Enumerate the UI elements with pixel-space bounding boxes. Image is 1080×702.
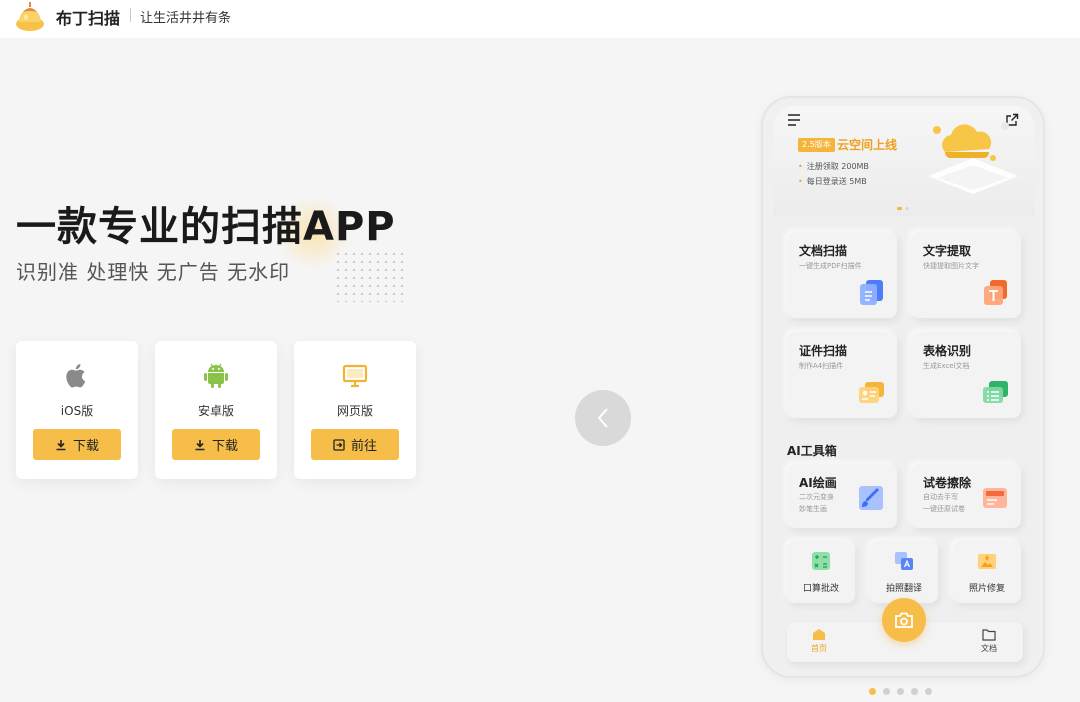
page-dot[interactable] — [897, 688, 904, 695]
feature-title: 表格识别 — [923, 344, 972, 358]
ios-download-button[interactable]: 下载 — [33, 429, 121, 460]
tool-desc: 一键还原试卷 — [923, 505, 965, 513]
photo-restore-tool[interactable]: 照片修复 — [953, 541, 1021, 603]
tab-home[interactable]: 首页 — [799, 628, 839, 654]
banner-pagination — [897, 207, 909, 210]
carousel-prev-button[interactable] — [575, 390, 631, 446]
tool-title: AI绘画 — [799, 476, 837, 490]
platform-label: 安卓版 — [197, 404, 234, 418]
promo-banner[interactable]: 2.5版本 云空间上线 注册领取 200MB 每日登录送 5MB — [773, 106, 1035, 216]
web-version-card: 网页版 前往 — [294, 341, 416, 479]
page-dot[interactable] — [869, 688, 876, 695]
pudding-logo-icon[interactable] — [14, 2, 46, 32]
tool-label: 口算批改 — [802, 584, 839, 594]
button-label: 下载 — [72, 439, 99, 454]
tool-label: 拍照翻译 — [885, 584, 922, 594]
page-dot[interactable] — [883, 688, 890, 695]
calculator-icon — [812, 552, 830, 570]
brand-name[interactable]: 布丁扫描 — [56, 5, 120, 29]
chevron-left-icon — [597, 408, 608, 428]
button-label: 前往 — [350, 439, 377, 454]
folder-icon — [982, 629, 996, 641]
tool-desc: 妙笔生画 — [799, 505, 827, 513]
paintbrush-icon — [859, 486, 883, 510]
banner-bullet: 注册领取 200MB — [798, 161, 869, 172]
feature-id-scan[interactable]: 证件扫描 制作A4扫描件 — [787, 332, 897, 418]
feature-table-recognize[interactable]: 表格识别 生成Excel文档 — [911, 332, 1021, 418]
platform-label: 网页版 — [336, 404, 373, 418]
table-icon — [983, 381, 1008, 403]
cloud-storage-illustration — [928, 122, 1018, 194]
camera-icon — [895, 612, 913, 628]
enter-icon — [333, 438, 345, 451]
tool-desc: 自动去手写 — [923, 493, 958, 501]
phone-mockup: 2.5版本 云空间上线 注册领取 200MB 每日登录送 5MB 文档扫描 一键… — [761, 96, 1045, 678]
hero-title: 一款专业的扫描APP — [16, 204, 396, 250]
download-icon — [56, 439, 66, 450]
banner-title: 云空间上线 — [837, 138, 898, 152]
feature-doc-scan[interactable]: 文档扫描 一键生成PDF扫描件 — [787, 232, 897, 318]
download-icon — [195, 439, 205, 450]
feature-desc: 制作A4扫描件 — [799, 362, 844, 370]
home-icon — [813, 629, 825, 640]
tool-label: 照片修复 — [968, 584, 1005, 594]
android-download-button[interactable]: 下载 — [172, 429, 260, 460]
feature-desc: 生成Excel文档 — [923, 362, 970, 370]
button-label: 下载 — [211, 439, 238, 454]
platform-label: iOS版 — [60, 404, 94, 418]
feature-text-extract[interactable]: 文字提取 快捷提取图片文字 — [911, 232, 1021, 318]
feature-title: 文字提取 — [923, 244, 972, 258]
monitor-icon — [342, 364, 368, 388]
page-dot[interactable] — [911, 688, 918, 695]
android-icon — [204, 363, 228, 388]
photo-restore-icon — [978, 554, 996, 569]
page-dot[interactable] — [925, 688, 932, 695]
phone-screen: 2.5版本 云空间上线 注册领取 200MB 每日登录送 5MB 文档扫描 一键… — [773, 106, 1035, 670]
tab-docs[interactable]: 文档 — [969, 628, 1009, 654]
feature-desc: 快捷提取图片文字 — [923, 262, 979, 270]
tool-title: 试卷擦除 — [923, 476, 972, 490]
ai-toolbox-title: AI工具箱 — [787, 444, 837, 458]
web-open-button[interactable]: 前往 — [311, 429, 399, 460]
carousel-pagination — [869, 688, 932, 695]
tab-label: 首页 — [811, 644, 827, 653]
id-card-icon — [859, 382, 884, 403]
feature-title: 证件扫描 — [799, 344, 848, 358]
photo-translate-tool[interactable]: 拍照翻译 — [870, 541, 938, 603]
feature-desc: 一键生成PDF扫描件 — [799, 262, 862, 270]
tool-desc: 二次元变身 — [799, 493, 834, 501]
ai-painting-tool[interactable]: AI绘画 二次元变身 妙笔生画 — [787, 464, 897, 528]
top-header: 布丁扫描 让生活井井有条 — [0, 0, 1080, 38]
hero-subtitle: 识别准 处理快 无广告 无水印 — [16, 260, 291, 284]
apple-icon — [66, 364, 86, 388]
banner-bullet: 每日登录送 5MB — [798, 176, 867, 187]
slogan-text: 让生活井井有条 — [140, 11, 232, 26]
camera-scan-button[interactable] — [882, 598, 926, 642]
menu-icon[interactable] — [787, 114, 801, 126]
version-badge: 2.5版本 — [798, 138, 835, 152]
translate-icon — [895, 552, 913, 570]
ios-download-card: iOS版 下载 — [16, 341, 138, 479]
header-divider — [130, 8, 131, 22]
decorative-dot-grid — [334, 250, 406, 302]
tab-label: 文档 — [981, 644, 997, 653]
text-extract-icon — [984, 280, 1007, 305]
exam-erase-tool[interactable]: 试卷擦除 自动去手写 一键还原试卷 — [911, 464, 1021, 528]
eraser-icon — [983, 488, 1007, 508]
mental-math-check-tool[interactable]: 口算批改 — [787, 541, 855, 603]
feature-title: 文档扫描 — [799, 244, 848, 258]
document-scan-icon — [860, 280, 883, 305]
android-download-card: 安卓版 下载 — [155, 341, 277, 479]
